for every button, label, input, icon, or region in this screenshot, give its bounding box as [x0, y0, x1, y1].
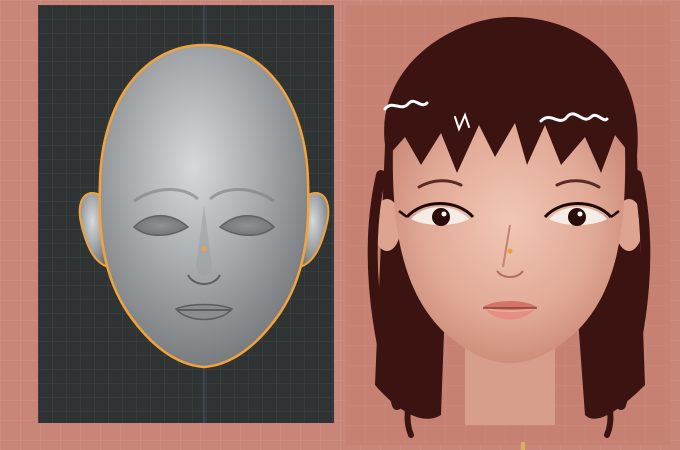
paint-canvas[interactable]	[345, 5, 670, 445]
pivot-point	[507, 248, 513, 254]
sculpt-viewport-svg	[38, 5, 334, 423]
sculpt-viewport[interactable]	[38, 5, 334, 423]
timeline-marker	[521, 442, 525, 450]
scene-canvas	[0, 0, 680, 450]
pivot-point	[201, 246, 207, 252]
paint-canvas-svg	[345, 5, 670, 445]
